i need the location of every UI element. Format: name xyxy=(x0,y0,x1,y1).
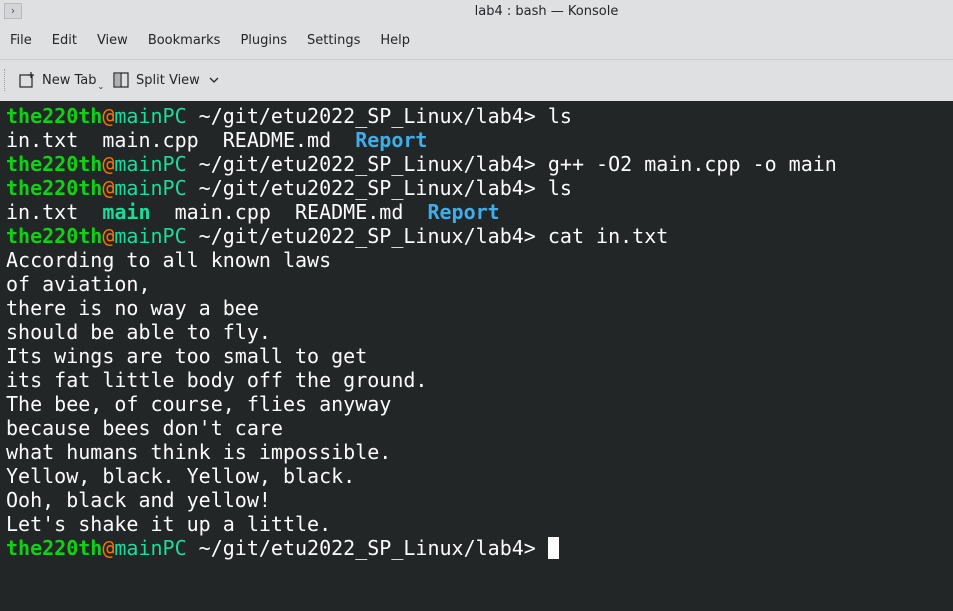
terminal-output-line: The bee, of course, flies anyway xyxy=(6,392,392,416)
title-bar: › lab4 : bash — Konsole xyxy=(0,0,953,25)
new-tab-button[interactable]: New Tab ⌄ xyxy=(18,69,104,91)
terminal-prompt-line: the220th@mainPC ~/git/etu2022_SP_Linux/l… xyxy=(6,176,572,200)
terminal-prompt-line: the220th@mainPC ~/git/etu2022_SP_Linux/l… xyxy=(6,152,837,176)
terminal-output-line: in.txt main main.cpp README.md Report xyxy=(6,200,500,224)
terminal-output-line: According to all known laws xyxy=(6,248,332,272)
new-tab-label: New Tab xyxy=(42,72,97,88)
terminal-prompt-line: the220th@mainPC ~/git/etu2022_SP_Linux/l… xyxy=(6,224,669,248)
menu-bookmarks[interactable]: Bookmarks xyxy=(138,27,231,54)
terminal-output-line: what humans think is impossible. xyxy=(6,440,392,464)
new-tab-icon xyxy=(19,72,34,88)
menu-settings[interactable]: Settings xyxy=(297,27,370,54)
menu-plugins[interactable]: Plugins xyxy=(230,27,297,54)
menu-edit[interactable]: Edit xyxy=(42,27,87,54)
terminal-output-line: Ooh, black and yellow! xyxy=(6,488,271,512)
terminal-output-line: Let's shake it up a little. xyxy=(6,512,332,536)
terminal-output-line: its fat little body off the ground. xyxy=(6,368,428,392)
split-view-button[interactable]: Split View xyxy=(112,69,226,91)
menu-help[interactable]: Help xyxy=(370,27,420,54)
split-view-icon xyxy=(113,72,129,88)
command-text: ls xyxy=(547,104,572,128)
terminal-cursor xyxy=(547,537,559,559)
menu-view[interactable]: View xyxy=(87,27,138,54)
menu-bar: File Edit View Bookmarks Plugins Settings Help xyxy=(0,27,953,55)
command-text: ls xyxy=(547,176,572,200)
chevron-down-icon: ⌄ xyxy=(97,81,105,91)
terminal-output-line: Its wings are too small to get xyxy=(6,344,368,368)
terminal-prompt-line: the220th@mainPC ~/git/etu2022_SP_Linux/l… xyxy=(6,536,953,560)
toolbar-grip[interactable] xyxy=(4,69,8,91)
split-view-label: Split View xyxy=(136,72,200,88)
terminal-area[interactable]: the220th@mainPC ~/git/etu2022_SP_Linux/l… xyxy=(0,101,953,611)
terminal-output-line: because bees don't care xyxy=(6,416,283,440)
terminal-output-line: there is no way a bee xyxy=(6,296,259,320)
command-text: g++ -O2 main.cpp -o main xyxy=(547,152,837,176)
toolbar: New Tab ⌄ Split View xyxy=(0,59,953,101)
chevron-down-icon xyxy=(209,77,219,83)
command-text: cat in.txt xyxy=(547,224,669,248)
terminal-output-line: in.txt main.cpp README.md Report xyxy=(6,128,428,152)
menu-file[interactable]: File xyxy=(0,27,42,54)
terminal-output-line: Yellow, black. Yellow, black. xyxy=(6,464,356,488)
terminal-output-line: of aviation, xyxy=(6,272,151,296)
window-title: lab4 : bash — Konsole xyxy=(474,4,619,19)
terminal-prompt-line: the220th@mainPC ~/git/etu2022_SP_Linux/l… xyxy=(6,104,572,128)
terminal-output-line: should be able to fly. xyxy=(6,320,271,344)
